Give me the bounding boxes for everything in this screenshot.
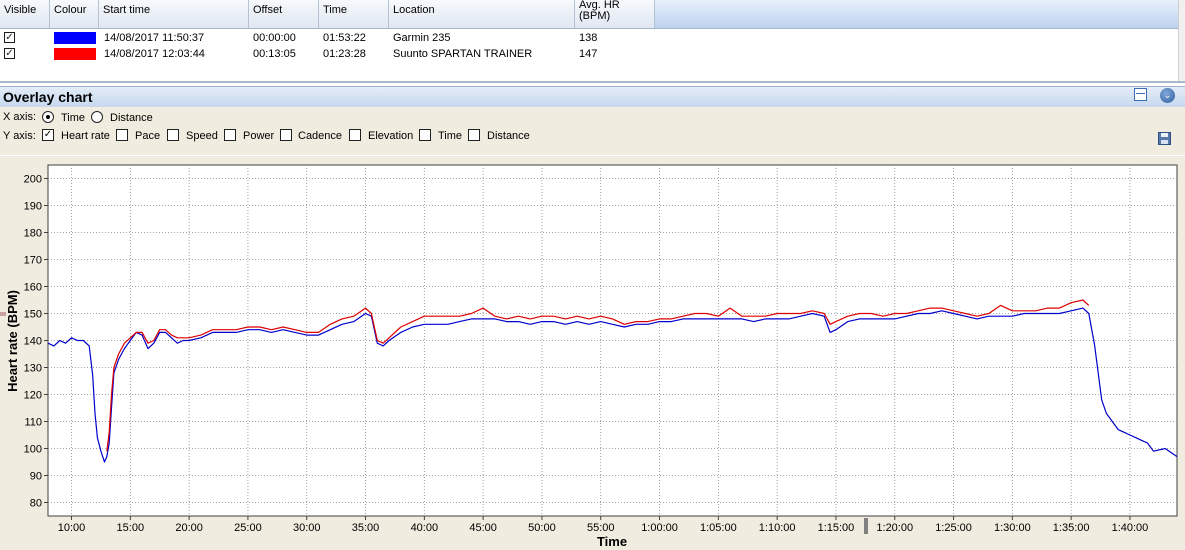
y-distance-label[interactable]: Distance	[487, 130, 530, 142]
x-tick-label: 20:00	[175, 522, 203, 534]
y-tick-label: 150	[24, 309, 42, 321]
y-tick-label: 80	[30, 498, 42, 510]
x-tick-label: 1:30:00	[994, 522, 1031, 534]
y-speed-checkbox[interactable]	[167, 129, 179, 141]
location: Suunto SPARTAN TRAINER	[393, 48, 533, 60]
activity-table: Visible Colour Start time Offset Time Lo…	[0, 0, 1185, 82]
column-header-location[interactable]: Location	[389, 0, 575, 28]
splitter[interactable]	[0, 81, 1185, 83]
x-tick-label: 1:40:00	[1112, 522, 1149, 534]
x-axis-label: X axis:	[3, 111, 37, 123]
column-header-avg-hr[interactable]: Avg. HR (BPM)	[575, 0, 655, 28]
y-tick-label: 190	[24, 201, 42, 213]
x-tick-label: 1:25:00	[935, 522, 972, 534]
y-elevation-checkbox[interactable]	[349, 129, 361, 141]
y-cadence-label[interactable]: Cadence	[298, 130, 342, 142]
column-header-offset[interactable]: Offset	[249, 0, 319, 28]
y-tick-label: 140	[24, 336, 42, 348]
x-tick-label: 55:00	[587, 522, 615, 534]
x-tick-label: 1:35:00	[1053, 522, 1090, 534]
layout-icon[interactable]	[1134, 88, 1147, 101]
y-cadence-checkbox[interactable]	[280, 129, 292, 141]
table-row[interactable]: ✓ 14/08/2017 11:50:37 00:00:00 01:53:22 …	[0, 30, 1185, 46]
vertical-scrollbar[interactable]	[1178, 0, 1185, 82]
location: Garmin 235	[393, 32, 451, 44]
column-header-colour[interactable]: Colour	[50, 0, 99, 28]
x-axis-distance-label[interactable]: Distance	[110, 112, 153, 124]
header-filler	[655, 0, 1178, 28]
x-tick-label: 35:00	[352, 522, 380, 534]
x-axis-time-label[interactable]: Time	[61, 112, 85, 124]
column-header-start-time[interactable]: Start time	[99, 0, 249, 28]
visible-checkbox[interactable]: ✓	[4, 48, 15, 59]
panel-title: Overlay chart	[3, 89, 93, 105]
x-tick-label: 1:15:00	[818, 522, 855, 534]
colour-swatch[interactable]	[54, 48, 96, 60]
x-tick-label: 45:00	[469, 522, 497, 534]
x-tick-label: 1:05:00	[700, 522, 737, 534]
y-heart-rate-checkbox[interactable]: ✓	[42, 129, 54, 141]
colour-swatch[interactable]	[54, 32, 96, 44]
panel-title-bar: Overlay chart	[0, 86, 1185, 107]
x-tick-label: 30:00	[293, 522, 321, 534]
y-tick-label: 200	[24, 174, 42, 186]
x-tick-label: 10:00	[58, 522, 86, 534]
y-heart-rate-label[interactable]: Heart rate	[61, 130, 110, 142]
x-tick-label: 1:10:00	[759, 522, 796, 534]
chart-canvas[interactable]: 80 90 100 110 120 130 140 150 160 170 180 190 200 10…	[0, 156, 1185, 550]
duration: 01:23:28	[323, 48, 366, 60]
offset: 00:00:00	[253, 32, 296, 44]
x-axis-time-radio[interactable]	[42, 111, 54, 123]
start-time: 14/08/2017 11:50:37	[104, 32, 205, 44]
y-tick-label: 170	[24, 255, 42, 267]
y-power-label[interactable]: Power	[243, 130, 274, 142]
table-header: Visible Colour Start time Offset Time Lo…	[0, 0, 1185, 29]
offset: 00:13:05	[253, 48, 296, 60]
y-tick-label: 110	[24, 417, 42, 429]
y-axis-title: Heart rate (BPM)	[5, 290, 20, 392]
y-axis-label: Y axis:	[3, 130, 36, 142]
column-header-visible[interactable]: Visible	[0, 0, 50, 28]
avg-hr: 147	[579, 48, 598, 60]
x-tick-label: 1:20:00	[876, 522, 913, 534]
collapse-icon[interactable]: ⌄	[1160, 88, 1175, 103]
visible-checkbox[interactable]: ✓	[4, 32, 15, 43]
save-icon[interactable]	[1158, 132, 1171, 145]
y-power-checkbox[interactable]	[224, 129, 236, 141]
y-tick-label: 100	[24, 444, 42, 456]
overlay-chart[interactable]: 80 90 100 110 120 130 140 150 160 170 180 190 200 10…	[0, 156, 1185, 550]
y-pace-checkbox[interactable]	[116, 129, 128, 141]
y-elevation-label[interactable]: Elevation	[368, 130, 413, 142]
x-tick-label: 50:00	[528, 522, 556, 534]
y-tick-label: 120	[24, 390, 42, 402]
x-tick-label: 15:00	[117, 522, 145, 534]
x-axis-scroll-marker[interactable]	[864, 518, 868, 534]
x-axis-distance-radio[interactable]	[91, 111, 103, 123]
table-row[interactable]: ✓ 14/08/2017 12:03:44 00:13:05 01:23:28 …	[0, 46, 1185, 62]
y-tick-label: 130	[24, 363, 42, 375]
x-tick-label: 25:00	[234, 522, 262, 534]
y-tick-label: 160	[24, 282, 42, 294]
x-tick-label: 1:00:00	[641, 522, 678, 534]
y-speed-label[interactable]: Speed	[186, 130, 218, 142]
start-time: 14/08/2017 12:03:44	[104, 48, 205, 60]
axis-options: X axis: Time Distance Y axis: ✓ Heart ra…	[0, 107, 1185, 155]
y-tick-label: 90	[30, 471, 42, 483]
x-tick-label: 40:00	[411, 522, 439, 534]
y-time-checkbox[interactable]	[419, 129, 431, 141]
x-axis-title: Time	[597, 534, 627, 549]
y-time-label[interactable]: Time	[438, 130, 462, 142]
avg-hr: 138	[579, 32, 598, 44]
column-header-time[interactable]: Time	[319, 0, 389, 28]
y-tick-label: 180	[24, 228, 42, 240]
y-pace-label[interactable]: Pace	[135, 130, 160, 142]
y-distance-checkbox[interactable]	[468, 129, 480, 141]
duration: 01:53:22	[323, 32, 366, 44]
